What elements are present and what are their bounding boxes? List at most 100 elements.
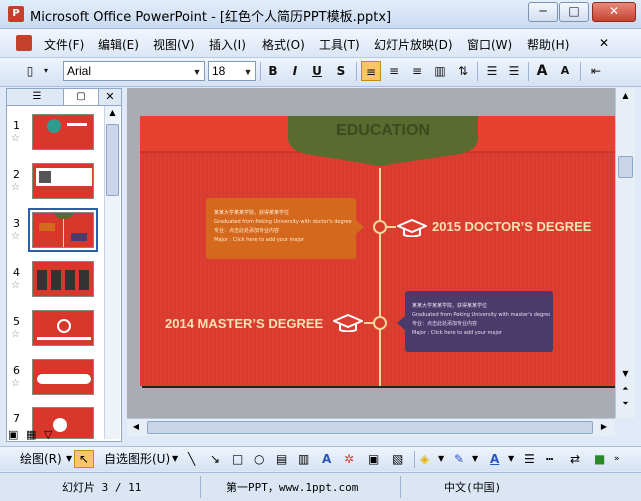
menu-format[interactable]: 格式(O): [262, 36, 305, 53]
slideshow-icon[interactable]: ▽: [44, 428, 52, 441]
thumbnail-scrollbar[interactable]: ▲: [104, 106, 120, 439]
minimize-button[interactable]: ─: [528, 2, 558, 22]
draw-menu-button[interactable]: 绘图(R): [20, 450, 62, 468]
text-direction-icon[interactable]: ⇅: [453, 61, 473, 81]
scroll-down-icon[interactable]: ▼: [618, 368, 633, 380]
select-pointer-icon[interactable]: ↖: [74, 450, 94, 468]
slides-tab-icon[interactable]: ▢: [63, 88, 99, 105]
slide-thumbnail-5[interactable]: [32, 310, 94, 346]
chevron-down-icon[interactable]: ▼: [190, 63, 204, 81]
menu-window[interactable]: 窗口(W): [467, 36, 512, 53]
increase-font-size-icon[interactable]: A: [532, 61, 552, 81]
scroll-right-icon[interactable]: ▶: [597, 420, 611, 434]
decrease-font-size-icon[interactable]: A: [555, 61, 575, 81]
menu-close-icon[interactable]: ✕: [599, 36, 609, 50]
menu-slideshow[interactable]: 幻灯片放映(D): [374, 36, 453, 53]
chevron-down-icon[interactable]: ▼: [472, 450, 478, 468]
bold-button[interactable]: B: [263, 61, 283, 81]
shadow-style-icon[interactable]: ■: [594, 450, 605, 468]
thumb-block: [37, 270, 47, 290]
slide-thumbnail-6[interactable]: [32, 359, 94, 395]
align-right-icon[interactable]: ≡: [407, 61, 427, 81]
diagram-icon[interactable]: ✲: [344, 450, 354, 468]
scroll-up-icon[interactable]: ▲: [106, 106, 119, 120]
close-pane-icon[interactable]: ✕: [103, 89, 117, 105]
slide-thumbnail-2[interactable]: [32, 163, 94, 199]
font-size-field[interactable]: 18 ▼: [208, 61, 256, 81]
scroll-thumb[interactable]: [106, 124, 119, 196]
slide-thumbnail-3[interactable]: [28, 208, 98, 252]
menu-insert[interactable]: 插入(I): [209, 36, 246, 53]
entry-line: 专业：点击此处添加专业内容: [412, 321, 478, 327]
entry-line: Graduated from Peking University with ma…: [412, 312, 550, 318]
scroll-left-icon[interactable]: ◀: [129, 420, 143, 434]
scroll-thumb[interactable]: [147, 421, 593, 434]
fill-color-icon[interactable]: ◈: [420, 450, 429, 468]
current-slide[interactable]: EDUCATION 2015 DOCTOR’S DEGREE 某某大学某某学院，…: [140, 116, 618, 386]
slide-horizontal-scrollbar[interactable]: ◀ ▶: [127, 418, 615, 436]
scroll-thumb[interactable]: [618, 156, 633, 178]
new-document-icon[interactable]: ▯: [20, 61, 40, 81]
numbering-icon[interactable]: ☰: [482, 61, 502, 81]
decrease-indent-icon[interactable]: ⇤: [586, 61, 606, 81]
oval-tool-icon[interactable]: ○: [254, 450, 264, 468]
underline-button[interactable]: U: [307, 61, 327, 81]
menu-view[interactable]: 视图(V): [153, 36, 195, 53]
chevron-down-icon[interactable]: ▼: [508, 450, 514, 468]
toolbar-options-icon[interactable]: ▾: [40, 61, 52, 81]
wordart-icon[interactable]: A: [322, 450, 331, 468]
chevron-down-icon[interactable]: ▼: [438, 450, 444, 468]
entry-heading[interactable]: 2014 MASTER’S DEGREE: [165, 316, 323, 331]
outline-tab-icon[interactable]: ☰: [11, 89, 63, 105]
close-button[interactable]: ✕: [592, 2, 636, 22]
insert-picture-icon[interactable]: ▧: [392, 450, 403, 468]
italic-button[interactable]: I: [285, 61, 305, 81]
animation-star-icon: ☆: [11, 182, 20, 193]
bullets-icon[interactable]: ☰: [504, 61, 524, 81]
next-slide-icon[interactable]: ⏷: [618, 398, 633, 410]
entry-heading[interactable]: 2015 DOCTOR’S DEGREE: [432, 219, 591, 234]
previous-slide-icon[interactable]: ⏶: [618, 383, 633, 395]
arrow-tool-icon[interactable]: ↘: [210, 450, 220, 468]
chevron-down-icon[interactable]: ▼: [241, 63, 255, 81]
slide-thumbnail-1[interactable]: [32, 114, 94, 150]
font-name-field[interactable]: Arial ▼: [63, 61, 205, 81]
font-color-icon[interactable]: A: [490, 450, 499, 468]
menu-help[interactable]: 帮助(H): [527, 36, 569, 53]
clip-art-icon[interactable]: ▣: [368, 450, 379, 468]
maximize-button[interactable]: □: [559, 2, 589, 22]
font-size-value: 18: [212, 64, 226, 78]
menu-edit[interactable]: 编辑(E): [98, 36, 139, 53]
toolbar-options-icon[interactable]: »: [614, 450, 620, 468]
graduation-cap-icon: [331, 313, 365, 333]
entry-details[interactable]: 某某大学某某学院，获得某某学位 Graduated from Peking Un…: [412, 302, 550, 338]
slide-vertical-scrollbar[interactable]: ▲ ▼ ⏶ ⏷: [615, 88, 635, 418]
scroll-up-icon[interactable]: ▲: [618, 89, 633, 103]
status-divider: [200, 476, 201, 498]
arrow-style-icon[interactable]: ⇄: [570, 450, 580, 468]
toolbar-divider: [356, 62, 357, 81]
menu-tools[interactable]: 工具(T): [319, 36, 360, 53]
dash-style-icon[interactable]: ┅: [546, 450, 553, 468]
powerpoint-doc-icon[interactable]: [16, 35, 32, 51]
slide-background: [140, 116, 618, 386]
autoshapes-menu-button[interactable]: 自选图形(U): [104, 450, 170, 468]
normal-view-icon[interactable]: ▣: [8, 428, 18, 441]
rectangle-tool-icon[interactable]: □: [232, 450, 243, 468]
line-color-icon[interactable]: ✎: [454, 450, 464, 468]
line-tool-icon[interactable]: ╲: [188, 450, 195, 468]
distribute-icon[interactable]: ▥: [430, 61, 450, 81]
entry-details[interactable]: 某某大学某某学院，获得某某学位 Graduated from Peking Un…: [214, 209, 354, 245]
menu-file[interactable]: 文件(F): [44, 36, 84, 53]
text-box-icon[interactable]: ▤: [276, 450, 287, 468]
line-style-icon[interactable]: ☰: [524, 450, 535, 468]
vertical-text-box-icon[interactable]: ▥: [298, 450, 309, 468]
slide-header-title[interactable]: EDUCATION: [288, 122, 478, 140]
slide-sorter-icon[interactable]: ▦: [26, 428, 36, 441]
slide-thumbnail-4[interactable]: [32, 261, 94, 297]
align-left-icon[interactable]: ≡: [361, 61, 381, 81]
chevron-down-icon[interactable]: ▼: [66, 450, 72, 468]
align-center-icon[interactable]: ≡: [384, 61, 404, 81]
chevron-down-icon[interactable]: ▼: [172, 450, 178, 468]
shadow-button[interactable]: S: [331, 61, 351, 81]
